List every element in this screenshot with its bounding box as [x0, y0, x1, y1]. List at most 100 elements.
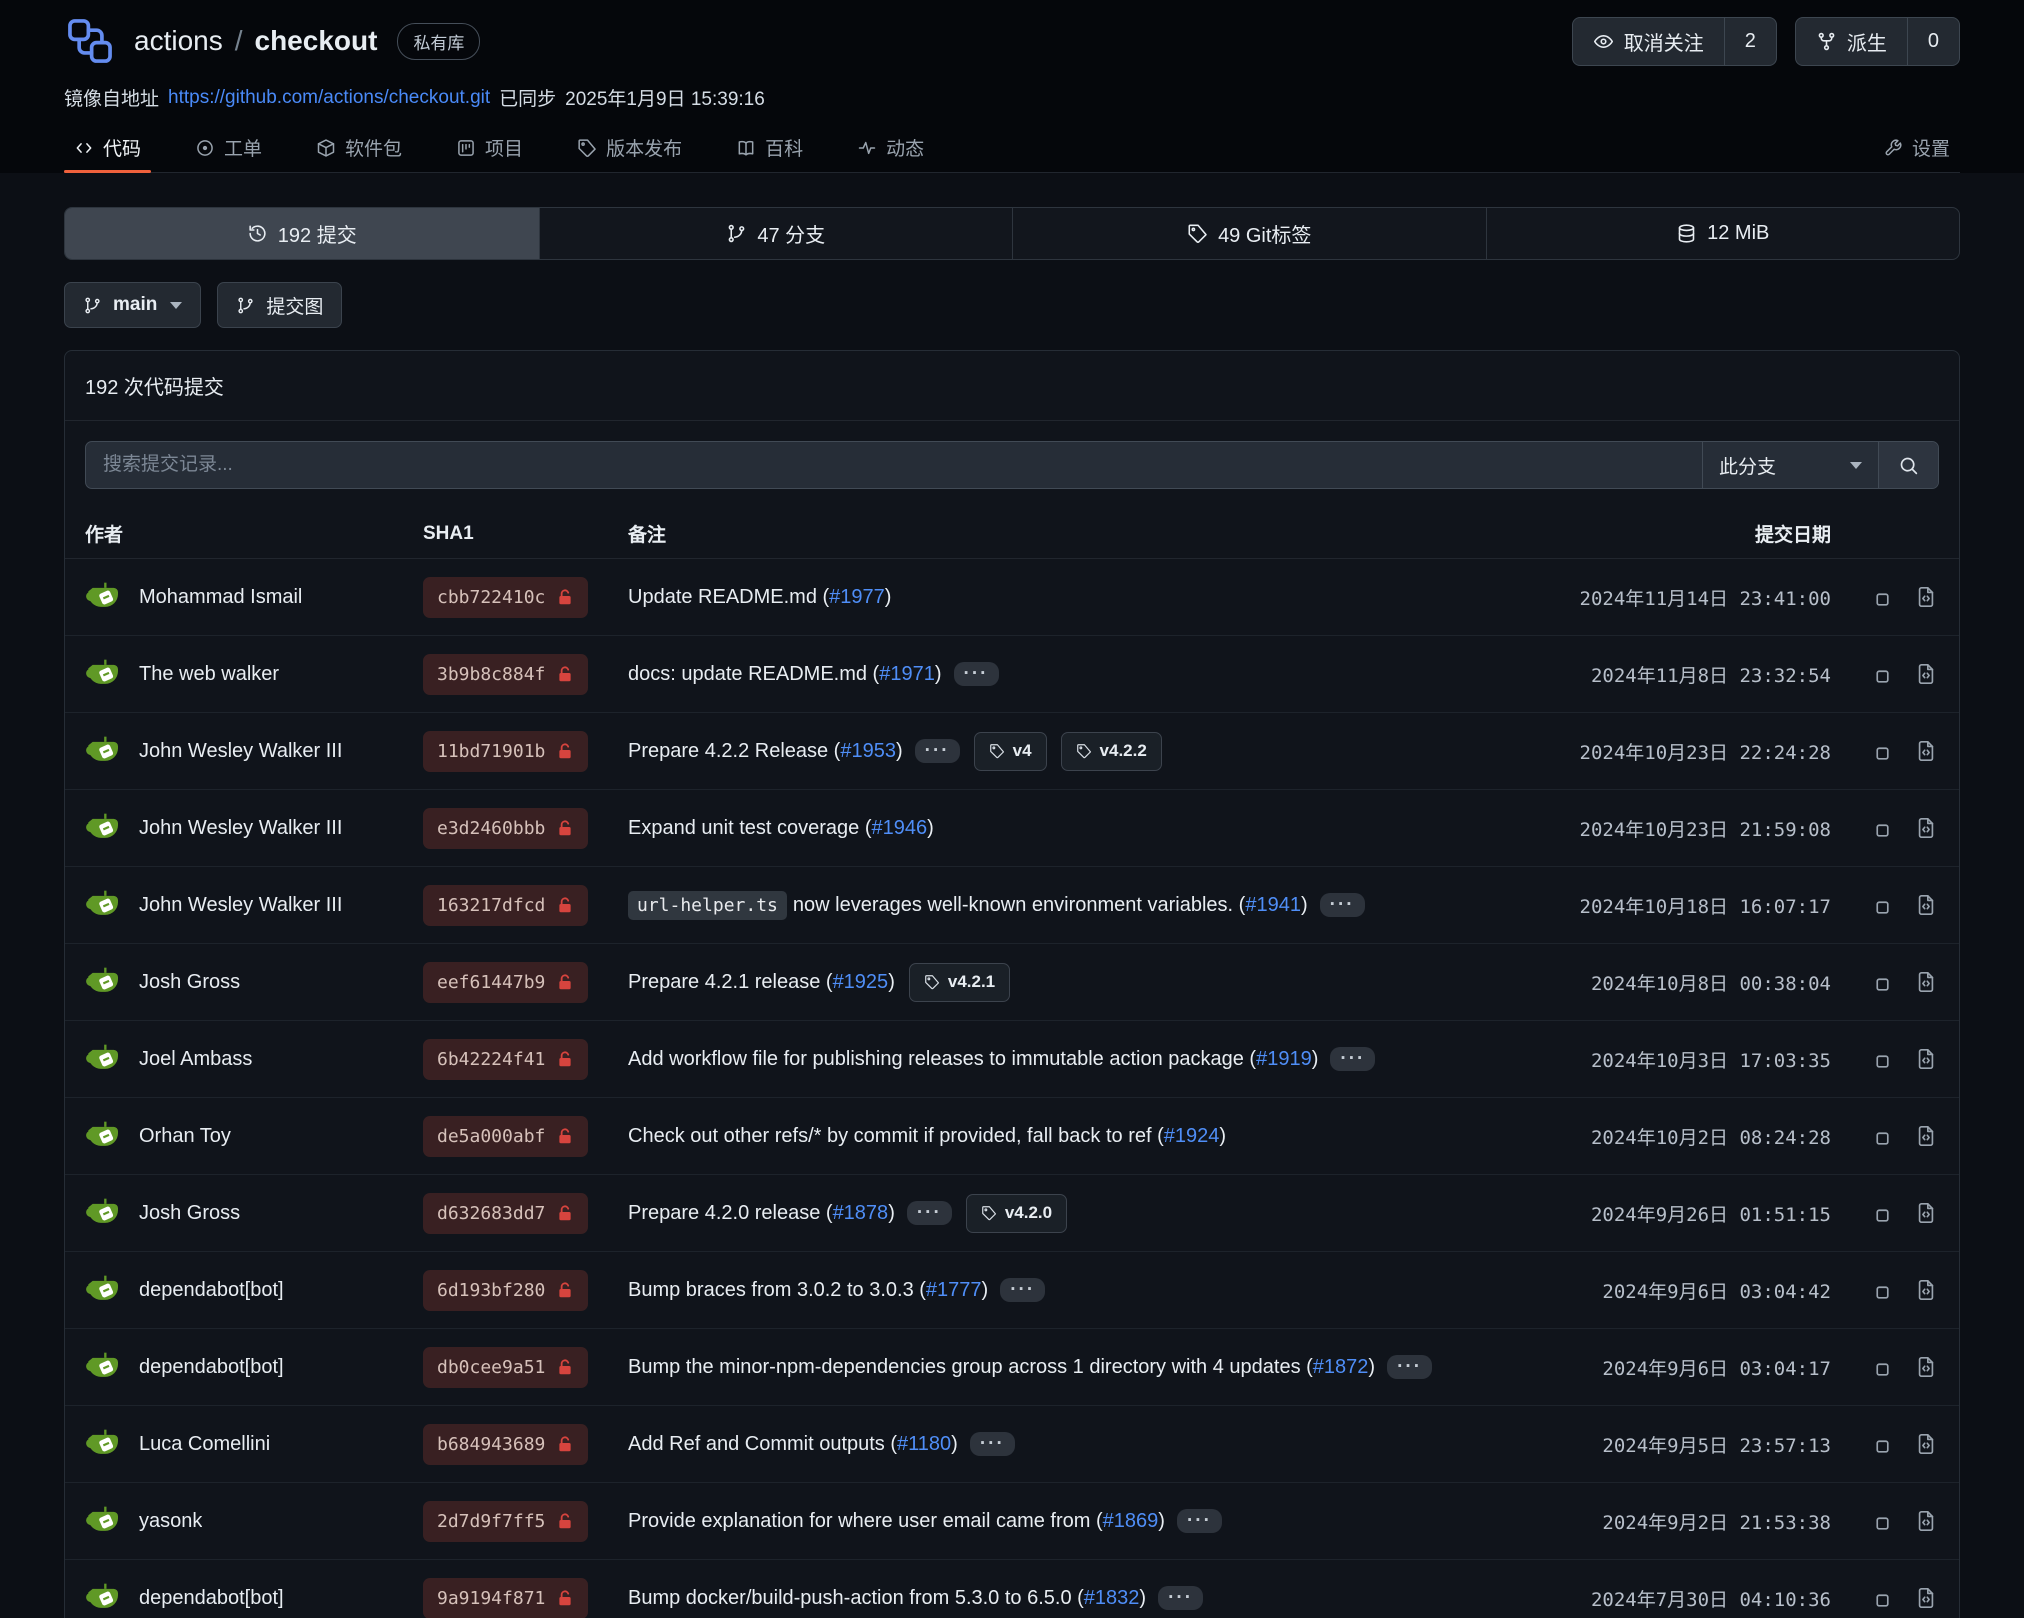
expand-message-button[interactable]: ···	[907, 1201, 952, 1225]
view-file-at-commit-icon[interactable]	[1915, 586, 1937, 608]
copy-sha-icon[interactable]	[1869, 663, 1891, 685]
commit-author[interactable]: yasonk	[139, 1510, 202, 1533]
view-file-at-commit-icon[interactable]	[1915, 1048, 1937, 1070]
commit-graph-button[interactable]: 提交图	[217, 282, 342, 328]
avatar[interactable]	[85, 577, 125, 617]
copy-sha-icon[interactable]	[1869, 740, 1891, 762]
view-file-at-commit-icon[interactable]	[1915, 894, 1937, 916]
copy-sha-icon[interactable]	[1869, 1125, 1891, 1147]
fork-button[interactable]: 派生 0	[1795, 17, 1960, 66]
avatar[interactable]	[85, 1116, 125, 1156]
commit-sha-link[interactable]: 6b42224f41	[423, 1039, 588, 1080]
pr-link[interactable]: #1869	[1103, 1510, 1159, 1533]
pr-link[interactable]: #1941	[1245, 894, 1301, 917]
copy-sha-icon[interactable]	[1869, 817, 1891, 839]
tab-pulse[interactable]: 动态	[847, 123, 934, 172]
pr-link[interactable]: #1777	[926, 1279, 982, 1302]
view-file-at-commit-icon[interactable]	[1915, 971, 1937, 993]
tab-code[interactable]: 代码	[64, 123, 151, 172]
tab-project[interactable]: 项目	[446, 123, 533, 172]
commit-author[interactable]: The web walker	[139, 663, 279, 686]
commit-sha-link[interactable]: 163217dfcd	[423, 885, 588, 926]
avatar[interactable]	[85, 1424, 125, 1464]
view-file-at-commit-icon[interactable]	[1915, 1202, 1937, 1224]
view-file-at-commit-icon[interactable]	[1915, 663, 1937, 685]
mirror-url-link[interactable]: https://github.com/actions/checkout.git	[168, 87, 490, 109]
commit-author[interactable]: Joel Ambass	[139, 1048, 252, 1071]
pr-link[interactable]: #1977	[829, 586, 885, 609]
commit-search-input[interactable]	[86, 442, 1702, 488]
commit-sha-link[interactable]: b684943689	[423, 1424, 588, 1465]
stat-branch[interactable]: 47 分支	[539, 208, 1013, 259]
pr-link[interactable]: #1872	[1313, 1356, 1369, 1379]
view-file-at-commit-icon[interactable]	[1915, 1587, 1937, 1609]
avatar[interactable]	[85, 1347, 125, 1387]
expand-message-button[interactable]: ···	[954, 662, 999, 686]
copy-sha-icon[interactable]	[1869, 971, 1891, 993]
stat-history[interactable]: 192 提交	[65, 208, 539, 259]
commit-author[interactable]: John Wesley Walker III	[139, 817, 342, 840]
view-file-at-commit-icon[interactable]	[1915, 1279, 1937, 1301]
expand-message-button[interactable]: ···	[970, 1432, 1015, 1456]
expand-message-button[interactable]: ···	[1320, 893, 1365, 917]
commit-sha-link[interactable]: 3b9b8c884f	[423, 654, 588, 695]
avatar[interactable]	[85, 962, 125, 1002]
commit-sha-link[interactable]: db0cee9a51	[423, 1347, 588, 1388]
commit-author[interactable]: John Wesley Walker III	[139, 740, 342, 763]
tab-book[interactable]: 百科	[726, 123, 813, 172]
pr-link[interactable]: #1924	[1164, 1125, 1220, 1148]
tag-button[interactable]: v4	[974, 732, 1047, 771]
tag-button[interactable]: v4.2.0	[966, 1194, 1067, 1233]
expand-message-button[interactable]: ···	[1330, 1047, 1375, 1071]
avatar[interactable]	[85, 654, 125, 694]
expand-message-button[interactable]: ···	[1387, 1355, 1432, 1379]
stat-database[interactable]: 12 MiB	[1486, 208, 1960, 259]
copy-sha-icon[interactable]	[1869, 1279, 1891, 1301]
tag-button[interactable]: v4.2.2	[1061, 732, 1162, 771]
avatar[interactable]	[85, 731, 125, 771]
copy-sha-icon[interactable]	[1869, 894, 1891, 916]
repo-name-link[interactable]: checkout	[255, 25, 378, 57]
copy-sha-icon[interactable]	[1869, 1048, 1891, 1070]
avatar[interactable]	[85, 1193, 125, 1233]
commit-sha-link[interactable]: 11bd71901b	[423, 731, 588, 772]
tab-issue[interactable]: 工单	[185, 123, 272, 172]
commit-author[interactable]: Mohammad Ismail	[139, 586, 302, 609]
commit-sha-link[interactable]: de5a000abf	[423, 1116, 588, 1157]
tab-tag[interactable]: 版本发布	[567, 123, 692, 172]
pr-link[interactable]: #1953	[840, 740, 896, 763]
stat-tag[interactable]: 49 Git标签	[1012, 208, 1486, 259]
branch-selector[interactable]: main	[64, 282, 201, 328]
commit-author[interactable]: dependabot[bot]	[139, 1356, 284, 1379]
view-file-at-commit-icon[interactable]	[1915, 817, 1937, 839]
copy-sha-icon[interactable]	[1869, 1356, 1891, 1378]
copy-sha-icon[interactable]	[1869, 1433, 1891, 1455]
pr-link[interactable]: #1971	[879, 663, 935, 686]
commit-sha-link[interactable]: cbb722410c	[423, 577, 588, 618]
avatar[interactable]	[85, 1578, 125, 1618]
expand-message-button[interactable]: ···	[1158, 1586, 1203, 1610]
commit-author[interactable]: Orhan Toy	[139, 1125, 231, 1148]
view-file-at-commit-icon[interactable]	[1915, 1125, 1937, 1147]
search-scope-dropdown[interactable]: 此分支	[1702, 442, 1878, 488]
pr-link[interactable]: #1925	[833, 971, 889, 994]
commit-sha-link[interactable]: 2d7d9f7ff5	[423, 1501, 588, 1542]
pr-link[interactable]: #1946	[871, 817, 927, 840]
expand-message-button[interactable]: ···	[1000, 1278, 1045, 1302]
copy-sha-icon[interactable]	[1869, 1202, 1891, 1224]
commit-sha-link[interactable]: eef61447b9	[423, 962, 588, 1003]
commit-author[interactable]: Josh Gross	[139, 971, 240, 994]
commit-sha-link[interactable]: e3d2460bbb	[423, 808, 588, 849]
tab-settings[interactable]: 设置	[1873, 123, 1960, 172]
avatar[interactable]	[85, 885, 125, 925]
pr-link[interactable]: #1919	[1256, 1048, 1312, 1071]
avatar[interactable]	[85, 1501, 125, 1541]
unwatch-button[interactable]: 取消关注 2	[1572, 17, 1777, 66]
view-file-at-commit-icon[interactable]	[1915, 740, 1937, 762]
commit-author[interactable]: John Wesley Walker III	[139, 894, 342, 917]
commit-sha-link[interactable]: 9a9194f871	[423, 1578, 588, 1618]
copy-sha-icon[interactable]	[1869, 1587, 1891, 1609]
copy-sha-icon[interactable]	[1869, 1510, 1891, 1532]
copy-sha-icon[interactable]	[1869, 586, 1891, 608]
tab-package[interactable]: 软件包	[306, 123, 412, 172]
